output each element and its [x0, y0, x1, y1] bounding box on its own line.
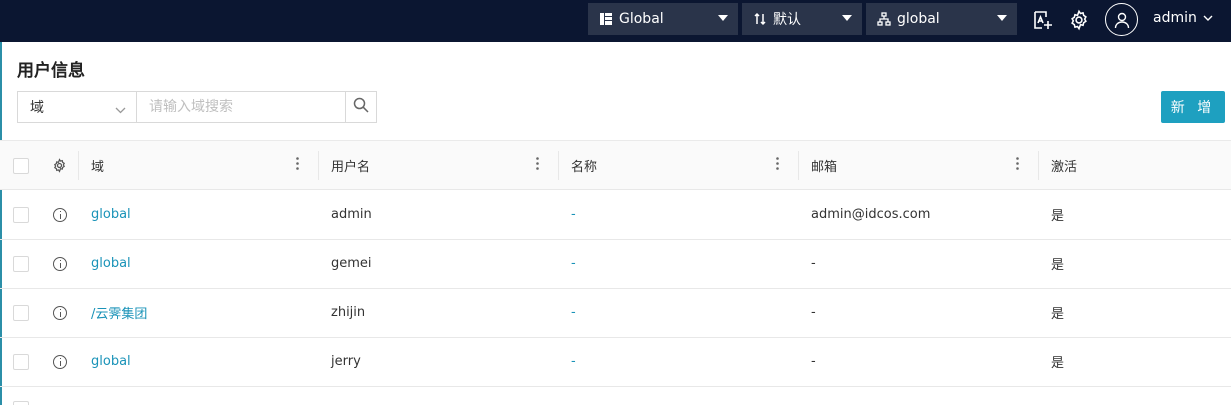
search-field-select[interactable]: 域 [17, 91, 137, 123]
hierarchy-icon [876, 11, 892, 27]
info-icon[interactable] [53, 239, 67, 288]
more-vertical-icon[interactable] [536, 157, 539, 174]
column-header-domain[interactable]: 域 [79, 141, 319, 190]
page-title: 用户信息 [17, 61, 85, 81]
info-icon[interactable] [53, 190, 67, 239]
translate-icon[interactable] [1029, 6, 1057, 34]
caret-down-icon [997, 15, 1007, 21]
column-header-label: 名称 [571, 160, 598, 175]
top-navigation-bar: Global 默认 global admin [0, 0, 1231, 42]
email-cell: - [811, 305, 816, 320]
name-cell[interactable]: - [571, 190, 576, 239]
chevron-down-icon [1203, 10, 1213, 26]
email-cell: admin@idcos.com [811, 207, 931, 222]
caret-down-icon [718, 15, 728, 21]
search-button[interactable] [345, 91, 377, 123]
branch-selector-label: 默认 [773, 12, 801, 28]
more-vertical-icon[interactable] [1016, 157, 1019, 174]
table-header: 域 用户名 名称 邮箱 激活 [0, 140, 1231, 190]
chevron-down-icon [115, 102, 126, 118]
search-input[interactable] [136, 91, 346, 123]
active-cell: 是 [1051, 209, 1065, 224]
column-settings-icon[interactable] [52, 141, 68, 190]
column-header-label: 用户名 [331, 160, 371, 175]
name-cell[interactable]: - [571, 337, 576, 386]
add-button[interactable]: 新 增 [1161, 91, 1225, 123]
domain-selector[interactable]: global [866, 3, 1017, 35]
table-row: global jerry - - 是 [0, 337, 1231, 387]
swap-icon [752, 11, 768, 27]
email-cell: - [811, 354, 816, 369]
region-selector[interactable]: Global [588, 3, 738, 35]
active-cell: 是 [1051, 356, 1065, 371]
name-cell[interactable]: - [571, 239, 576, 288]
username-cell: gemei [331, 256, 372, 271]
column-header-username[interactable]: 用户名 [319, 141, 559, 190]
domain-link[interactable]: global [91, 337, 131, 386]
info-icon[interactable] [53, 337, 67, 386]
username-cell: admin [331, 207, 372, 222]
avatar[interactable] [1105, 3, 1138, 36]
column-header-active[interactable]: 激活 [1039, 141, 1231, 190]
search-icon [353, 97, 369, 117]
domain-link[interactable]: global [91, 239, 131, 288]
column-header-label: 邮箱 [811, 160, 838, 175]
row-checkbox[interactable] [13, 239, 29, 288]
column-header-email[interactable]: 邮箱 [799, 141, 1039, 190]
row-checkbox[interactable] [13, 337, 29, 386]
active-cell: 是 [1051, 307, 1065, 322]
domain-link[interactable]: /云霁集团 [91, 288, 147, 337]
branch-selector[interactable]: 默认 [742, 3, 862, 35]
user-menu[interactable]: admin [1153, 10, 1213, 26]
gear-icon[interactable] [1065, 6, 1093, 34]
more-vertical-icon[interactable] [776, 157, 779, 174]
active-cell: 是 [1051, 258, 1065, 273]
caret-down-icon [842, 15, 852, 21]
row-checkbox[interactable] [13, 386, 29, 405]
region-selector-label: Global [619, 11, 664, 27]
username-cell: zhijin [331, 305, 366, 320]
row-checkbox[interactable] [13, 288, 29, 337]
email-cell: - [811, 256, 816, 271]
username-cell: jerry [331, 354, 361, 369]
more-vertical-icon[interactable] [296, 157, 299, 174]
table-row: global admin - admin@idcos.com 是 [0, 190, 1231, 240]
table-row: global gemei - - 是 [0, 239, 1231, 289]
table-row-partial [0, 386, 1231, 405]
row-checkbox[interactable] [13, 190, 29, 239]
table-row: /云霁集团 zhijin - - 是 [0, 288, 1231, 338]
column-header-label: 域 [91, 160, 105, 175]
search-field-select-value: 域 [30, 100, 44, 116]
domain-link[interactable]: global [91, 190, 131, 239]
username: admin [1153, 10, 1197, 26]
domain-selector-label: global [897, 11, 940, 27]
select-all-checkbox[interactable] [13, 141, 33, 190]
name-cell[interactable]: - [571, 288, 576, 337]
column-header-name[interactable]: 名称 [559, 141, 799, 190]
info-icon[interactable] [53, 288, 67, 337]
layout-icon [598, 11, 614, 27]
column-header-label: 激活 [1051, 160, 1078, 175]
